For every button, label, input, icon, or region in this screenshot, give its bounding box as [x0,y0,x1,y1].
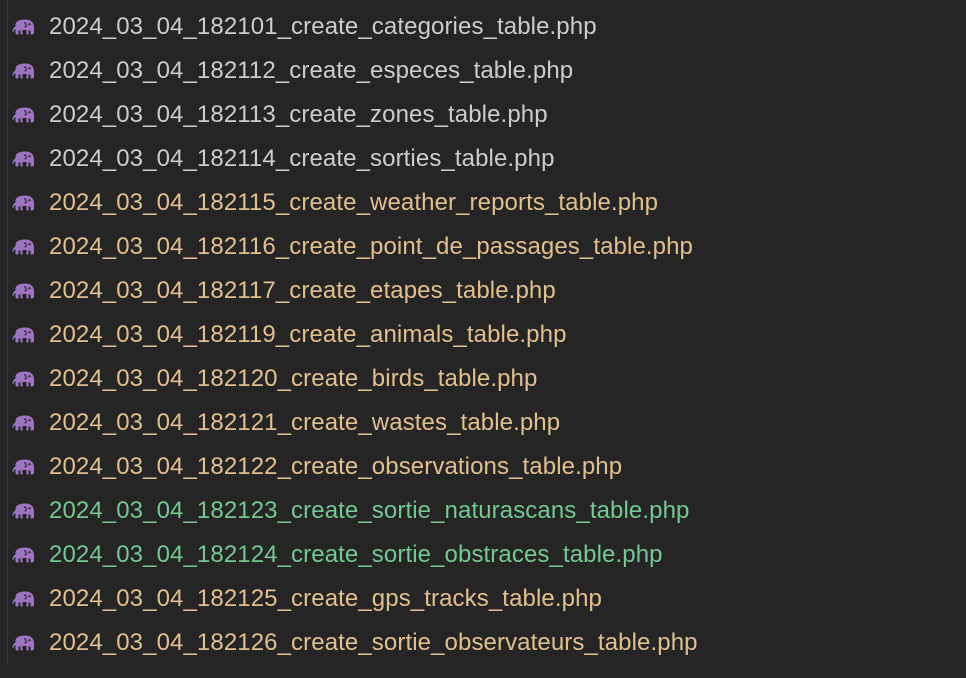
tree-indent-guide [7,0,8,664]
elephant-icon [12,107,34,123]
elephant-icon [12,635,34,651]
file-name: 2024_03_04_182117_create_etapes_table.ph… [49,277,556,304]
elephant-icon [12,327,34,343]
file-name: 2024_03_04_182119_create_animals_table.p… [49,321,567,348]
file-name: 2024_03_04_182121_create_wastes_table.ph… [49,409,561,436]
elephant-icon [12,503,34,519]
elephant-icon [12,19,34,35]
elephant-icon [12,547,34,563]
file-name: 2024_03_04_182115_create_weather_reports… [49,189,659,216]
elephant-icon [12,195,34,211]
file-name: 2024_03_04_182112_create_especes_table.p… [49,57,574,84]
elephant-icon [12,591,34,607]
elephant-icon [12,151,34,167]
file-name: 2024_03_04_182116_create_point_de_passag… [49,233,694,260]
elephant-icon [12,63,34,79]
file-explorer: 2024_03_04_182101_create_categories_tabl… [0,0,966,678]
elephant-icon [12,459,34,475]
file-name: 2024_03_04_182113_create_zones_table.php [49,101,548,128]
file-name: 2024_03_04_182125_create_gps_tracks_tabl… [49,585,602,612]
file-name: 2024_03_04_182126_create_sortie_observat… [49,629,698,656]
elephant-icon [12,283,34,299]
file-name: 2024_03_04_182123_create_sortie_naturasc… [49,497,690,524]
file-name: 2024_03_04_182124_create_sortie_obstrace… [49,541,663,568]
elephant-icon [12,239,34,255]
elephant-icon [12,371,34,387]
file-name: 2024_03_04_182122_create_observations_ta… [49,453,623,480]
file-name: 2024_03_04_182101_create_categories_tabl… [49,13,597,40]
file-name: 2024_03_04_182120_create_birds_table.php [49,365,538,392]
file-name: 2024_03_04_182114_create_sorties_table.p… [49,145,555,172]
elephant-icon [12,415,34,431]
